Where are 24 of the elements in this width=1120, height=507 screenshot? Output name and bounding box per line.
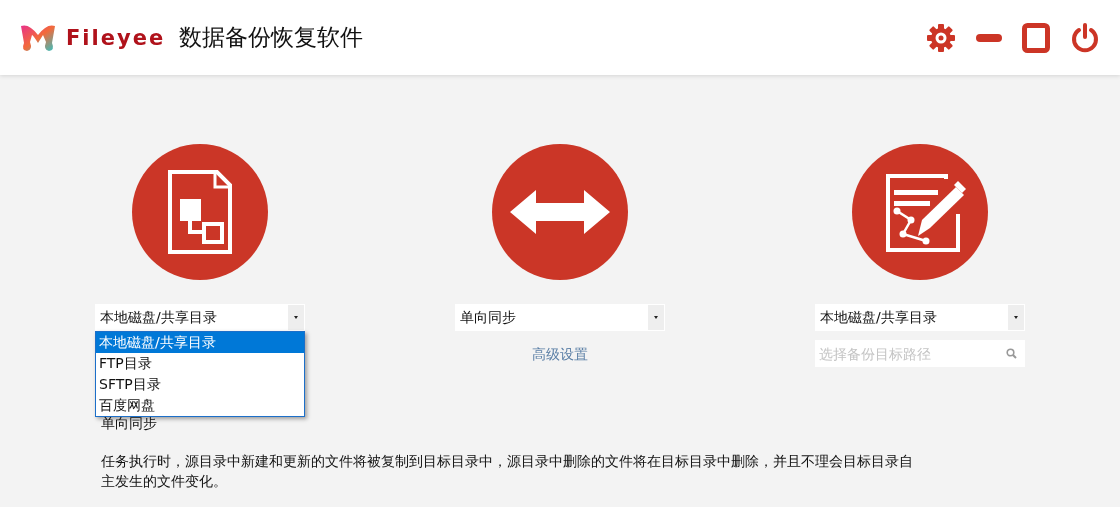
mode-dropdown[interactable]: 单向同步 xyxy=(455,304,665,331)
logo-icon xyxy=(19,22,57,53)
dropdown-option[interactable]: 本地磁盘/共享目录 xyxy=(96,332,304,353)
mode-label: 单向同步 xyxy=(101,415,158,433)
brand-name: Fileyee xyxy=(66,25,166,50)
mode-description: 任务执行时，源目录中新建和更新的文件将被复制到目标目录中，源目录中删除的文件将在目标目录中删除，并且不理会目标目录自主发生的文件变化。 xyxy=(101,452,913,491)
settings-icon[interactable] xyxy=(926,22,956,53)
dropdown-option[interactable]: SFTP目录 xyxy=(96,374,304,395)
search-icon xyxy=(1006,348,1017,359)
dropdown-option[interactable]: 百度网盘 xyxy=(96,395,304,416)
target-dropdown[interactable]: 本地磁盘/共享目录 xyxy=(815,304,1025,331)
advanced-settings-link[interactable]: 高级设置 xyxy=(532,346,588,364)
caret-icon xyxy=(1008,305,1024,330)
minimize-icon[interactable] xyxy=(976,33,1002,42)
caret-icon xyxy=(648,305,664,330)
app-title: 数据备份恢复软件 xyxy=(179,23,364,52)
power-icon[interactable] xyxy=(1070,22,1100,53)
path-field[interactable]: 选择备份目标路径 xyxy=(815,340,1025,367)
maximize-icon[interactable] xyxy=(1022,22,1050,53)
file-diagram-icon[interactable] xyxy=(132,144,268,280)
caret-icon xyxy=(288,305,304,330)
document-pencil-icon[interactable] xyxy=(852,144,988,280)
source-dropdown[interactable]: 本地磁盘/共享目录 xyxy=(95,304,305,331)
dropdown-option[interactable]: FTP目录 xyxy=(96,353,304,374)
